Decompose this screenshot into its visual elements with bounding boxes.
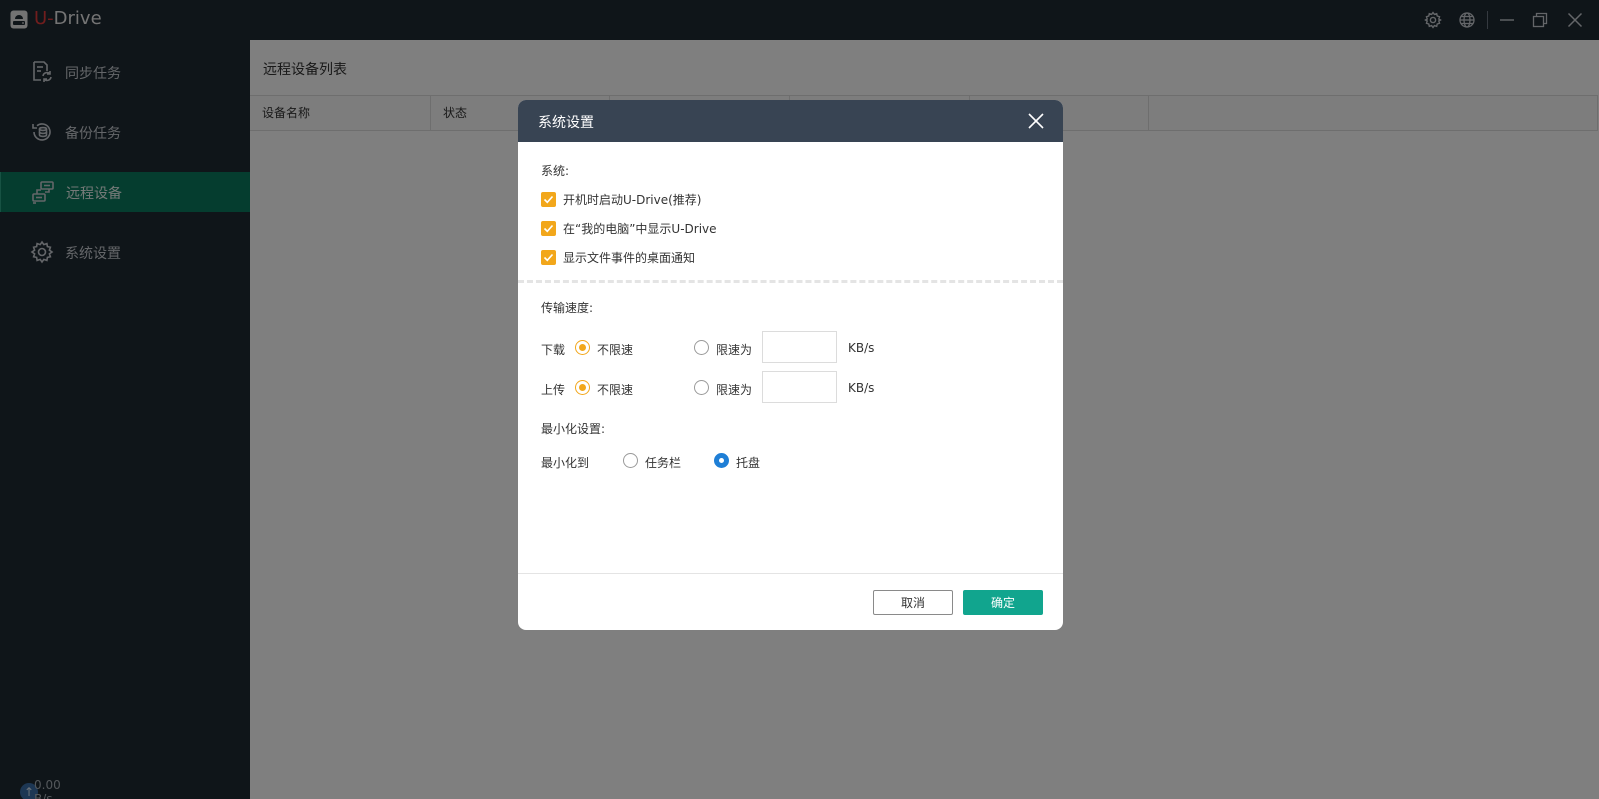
upload-unlimited-label: 不限速 bbox=[597, 383, 634, 397]
minimize-tray-label: 托盘 bbox=[736, 456, 761, 470]
download-limit-label: 限速为 bbox=[716, 343, 753, 357]
dialog-header: 系统设置 bbox=[518, 100, 1063, 142]
download-unit: KB/s bbox=[848, 341, 875, 355]
desktop-notification-checkbox[interactable] bbox=[541, 249, 556, 265]
autostart-checkbox[interactable] bbox=[541, 191, 556, 207]
autostart-label: 开机时启动U-Drive(推荐) bbox=[563, 192, 702, 207]
show-in-my-computer-option[interactable]: 在“我的电脑”中显示U-Drive bbox=[541, 219, 717, 237]
download-unlimited-label: 不限速 bbox=[597, 343, 634, 357]
show-in-my-computer-label: 在“我的电脑”中显示U-Drive bbox=[563, 221, 717, 236]
desktop-notification-option[interactable]: 显示文件事件的桌面通知 bbox=[541, 248, 695, 266]
download-unlimited-radio[interactable] bbox=[575, 340, 590, 355]
ok-button[interactable]: 确定 bbox=[963, 590, 1043, 615]
download-limit-radio[interactable] bbox=[694, 340, 709, 355]
speed-section-label: 传输速度: bbox=[541, 301, 594, 315]
minimize-taskbar-label: 任务栏 bbox=[645, 456, 682, 470]
section-divider bbox=[518, 280, 1063, 283]
autostart-option[interactable]: 开机时启动U-Drive(推荐) bbox=[541, 190, 701, 208]
download-label: 下载 bbox=[541, 343, 566, 357]
system-section-label: 系统: bbox=[541, 164, 570, 178]
upload-label: 上传 bbox=[541, 383, 566, 397]
footer-divider bbox=[518, 573, 1063, 574]
upload-limit-radio[interactable] bbox=[694, 380, 709, 395]
minimize-section-label: 最小化设置: bbox=[541, 422, 606, 436]
minimize-tray-radio[interactable] bbox=[714, 453, 729, 468]
minimize-to-label: 最小化到 bbox=[541, 456, 590, 470]
minimize-taskbar-radio[interactable] bbox=[623, 453, 638, 468]
desktop-notification-label: 显示文件事件的桌面通知 bbox=[563, 250, 696, 265]
cancel-button[interactable]: 取消 bbox=[873, 590, 953, 615]
show-in-my-computer-checkbox[interactable] bbox=[541, 220, 556, 236]
dialog-title: 系统设置 bbox=[538, 115, 594, 131]
upload-unlimited-radio[interactable] bbox=[575, 380, 590, 395]
system-settings-dialog: 系统设置 系统: 开机时启动U-Drive(推荐) 在“我的电脑”中显示U-Dr… bbox=[518, 100, 1063, 630]
download-speed-input[interactable] bbox=[762, 331, 837, 363]
upload-speed-input[interactable] bbox=[762, 371, 837, 403]
dialog-close-icon[interactable] bbox=[1025, 110, 1047, 132]
upload-limit-label: 限速为 bbox=[716, 383, 753, 397]
upload-unit: KB/s bbox=[848, 381, 875, 395]
